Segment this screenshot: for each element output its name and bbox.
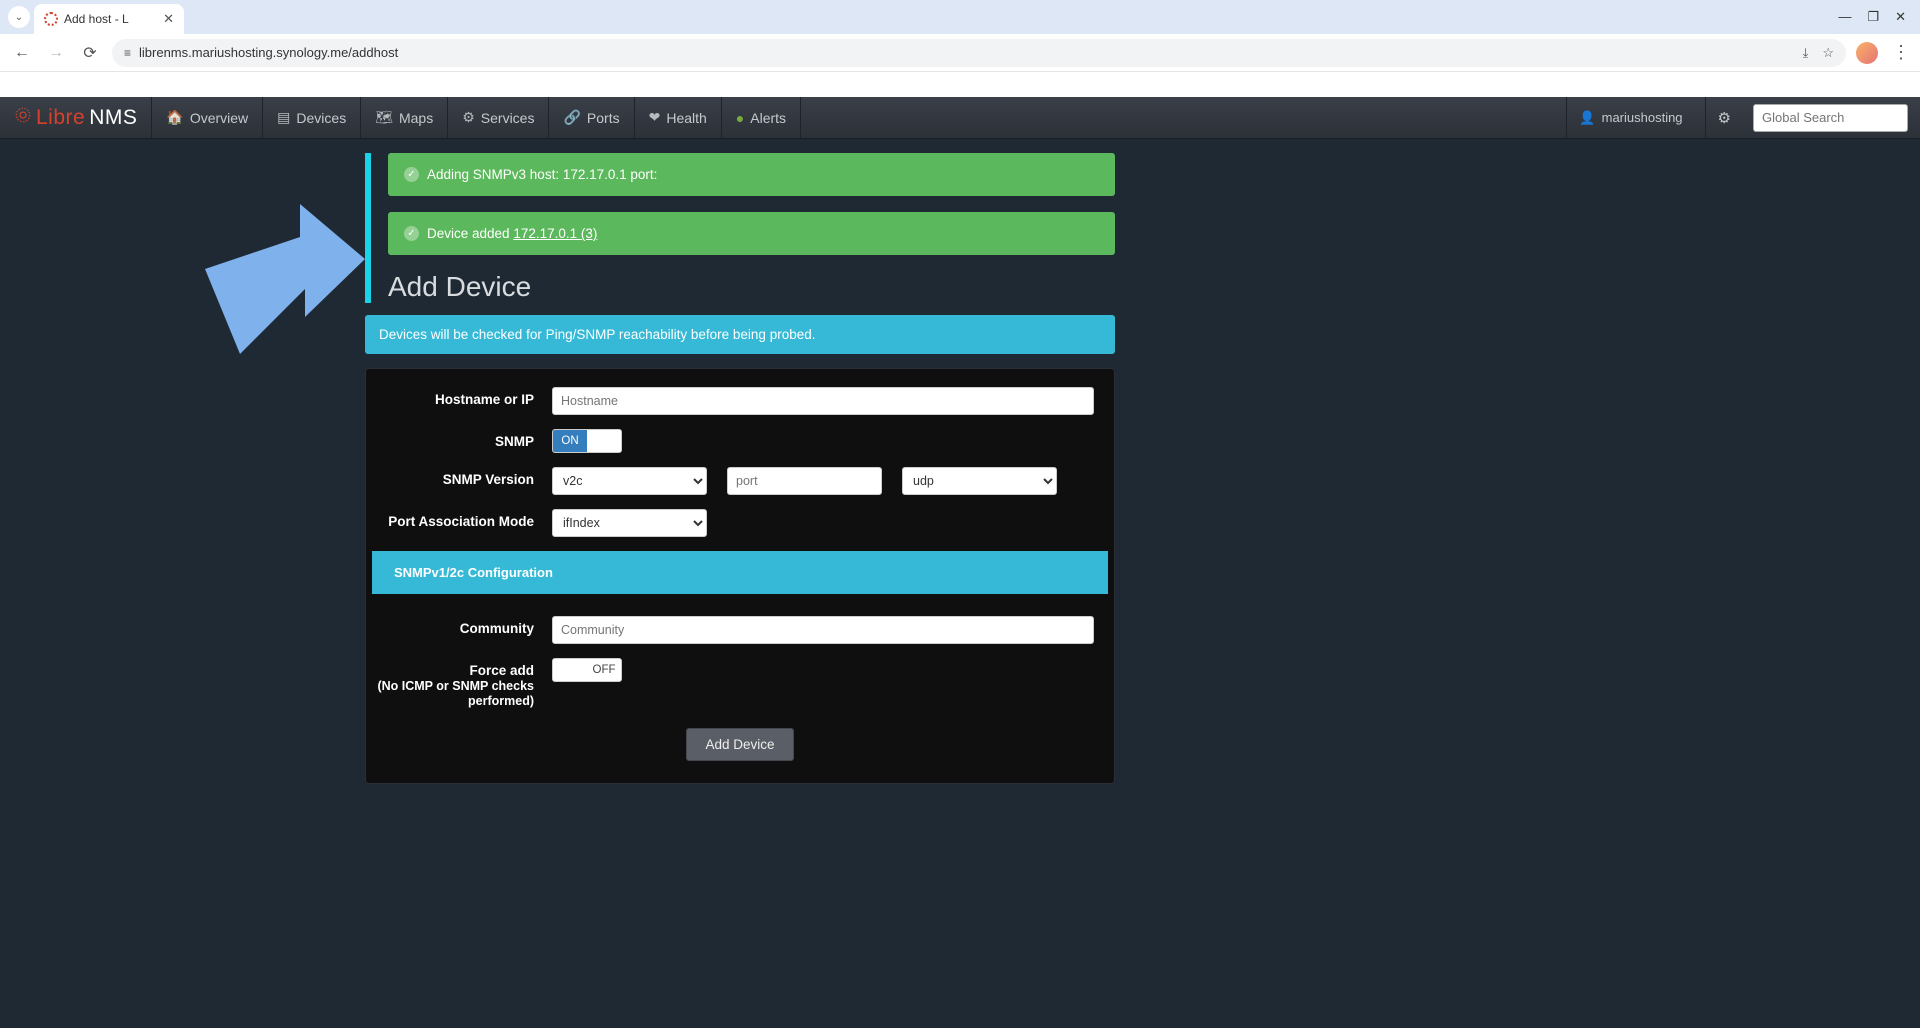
snmp-version-label: SNMP Version xyxy=(372,467,552,487)
check-icon: ✓ xyxy=(404,226,419,241)
install-app-icon[interactable]: ⤓ xyxy=(1803,45,1809,61)
snmp-config-header: SNMPv1/2c Configuration xyxy=(372,551,1108,594)
hostname-input[interactable] xyxy=(552,387,1094,415)
toggle-off-label: OFF xyxy=(587,659,621,681)
link-icon: 🔗 xyxy=(563,109,580,126)
browser-tab[interactable]: Add host - L ✕ xyxy=(34,4,184,34)
nav-user[interactable]: 👤 mariushosting xyxy=(1566,97,1694,138)
username: mariushosting xyxy=(1602,110,1683,125)
tab-close-icon[interactable]: ✕ xyxy=(163,11,174,27)
nav-label: Maps xyxy=(399,110,433,126)
nav-label: Services xyxy=(481,110,535,126)
heartbeat-icon: ❤ xyxy=(649,109,661,126)
nav-ports[interactable]: 🔗 Ports xyxy=(549,97,634,138)
toggle-handle xyxy=(553,659,587,681)
gear-icon: ⚙ xyxy=(1718,109,1731,127)
force-add-toggle[interactable]: OFF xyxy=(552,658,622,682)
browser-toolbar: ← → ⟳ ≡ librenms.mariushosting.synology.… xyxy=(0,34,1920,72)
app-navbar: LibreNMS 🏠 Overview ▤ Devices 🗺 Maps ⚙ Servi… xyxy=(0,97,1920,139)
window-controls: — ❐ ✕ xyxy=(1838,9,1916,25)
browser-menu-icon[interactable]: ⋮ xyxy=(1892,42,1910,63)
snmp-label: SNMP xyxy=(372,429,552,449)
annotation-arrow xyxy=(190,199,370,359)
site-info-icon[interactable]: ≡ xyxy=(124,46,131,60)
map-icon: 🗺 xyxy=(375,109,393,126)
alert-text: Device added xyxy=(427,226,513,241)
nav-services[interactable]: ⚙ Services xyxy=(448,97,549,138)
community-input[interactable] xyxy=(552,616,1094,644)
transport-select[interactable]: udp xyxy=(902,467,1057,495)
nav-overview[interactable]: 🏠 Overview xyxy=(152,97,263,138)
bookmark-icon[interactable]: ☆ xyxy=(1822,45,1834,61)
tab-search-button[interactable]: ⌄ xyxy=(8,6,30,28)
nav-label: Ports xyxy=(587,110,620,126)
app-root: LibreNMS 🏠 Overview ▤ Devices 🗺 Maps ⚙ Servi… xyxy=(0,97,1920,1028)
user-icon: 👤 xyxy=(1579,110,1595,126)
tab-title: Add host - L xyxy=(64,12,129,26)
alert-success-1: ✓ Adding SNMPv3 host: 172.17.0.1 port: xyxy=(388,153,1115,196)
add-device-button[interactable]: Add Device xyxy=(686,728,793,761)
toggle-on-label: ON xyxy=(553,430,587,452)
add-device-form: Hostname or IP SNMP ON SNMP Version xyxy=(365,368,1115,784)
info-banner: Devices will be checked for Ping/SNMP re… xyxy=(365,315,1115,354)
nav-label: Devices xyxy=(296,110,346,126)
community-label: Community xyxy=(372,616,552,636)
profile-avatar[interactable] xyxy=(1856,42,1878,64)
alert-success-2: ✓ Device added 172.17.0.1 (3) xyxy=(388,212,1115,255)
alert-text: Adding SNMPv3 host: 172.17.0.1 port: xyxy=(427,167,657,182)
forward-button[interactable]: → xyxy=(44,44,68,62)
whitespace xyxy=(0,72,1920,97)
check-icon: ✓ xyxy=(404,167,419,182)
toggle-handle xyxy=(587,430,621,452)
browser-tab-strip: ⌄ Add host - L ✕ — ❐ ✕ xyxy=(0,0,1920,34)
window-maximize-icon[interactable]: ❐ xyxy=(1867,9,1879,25)
port-input[interactable] xyxy=(727,467,882,495)
home-icon: 🏠 xyxy=(166,109,183,126)
gear-icon: ⚙ xyxy=(462,109,475,126)
alert-icon: ● xyxy=(736,110,744,126)
nav-alerts[interactable]: ● Alerts xyxy=(722,97,801,138)
reload-button[interactable]: ⟳ xyxy=(78,43,102,63)
page-content: ✓ Adding SNMPv3 host: 172.17.0.1 port: ✓… xyxy=(365,139,1115,784)
logo-text-libre: Libre xyxy=(36,106,85,130)
pam-select[interactable]: ifIndex xyxy=(552,509,707,537)
snmp-toggle[interactable]: ON xyxy=(552,429,622,453)
nav-label: Alerts xyxy=(750,110,786,126)
nav-label: Health xyxy=(666,110,706,126)
window-close-icon[interactable]: ✕ xyxy=(1895,9,1906,25)
nav-maps[interactable]: 🗺 Maps xyxy=(361,97,448,138)
nav-devices[interactable]: ▤ Devices xyxy=(263,97,361,138)
hostname-label: Hostname or IP xyxy=(372,387,552,407)
url-text: librenms.mariushosting.synology.me/addho… xyxy=(139,45,398,60)
nav-label: Overview xyxy=(190,110,248,126)
app-logo[interactable]: LibreNMS xyxy=(0,97,152,138)
nav-health[interactable]: ❤ Health xyxy=(635,97,722,138)
window-minimize-icon[interactable]: — xyxy=(1838,9,1851,25)
device-link[interactable]: 172.17.0.1 (3) xyxy=(513,226,597,241)
nav-settings[interactable]: ⚙ xyxy=(1705,97,1743,138)
page-title: Add Device xyxy=(388,271,1115,303)
logo-icon xyxy=(14,106,32,129)
tab-favicon xyxy=(44,12,58,26)
force-add-label: Force add (No ICMP or SNMP checks perfor… xyxy=(372,658,552,708)
global-search-input[interactable] xyxy=(1753,104,1908,132)
address-bar[interactable]: ≡ librenms.mariushosting.synology.me/add… xyxy=(112,39,1846,67)
back-button[interactable]: ← xyxy=(10,44,34,62)
pam-label: Port Association Mode xyxy=(372,509,552,529)
force-add-sublabel: (No ICMP or SNMP checks performed) xyxy=(377,679,534,708)
server-icon: ▤ xyxy=(277,109,290,126)
logo-text-nms: NMS xyxy=(89,106,137,130)
snmp-version-select[interactable]: v2c xyxy=(552,467,707,495)
